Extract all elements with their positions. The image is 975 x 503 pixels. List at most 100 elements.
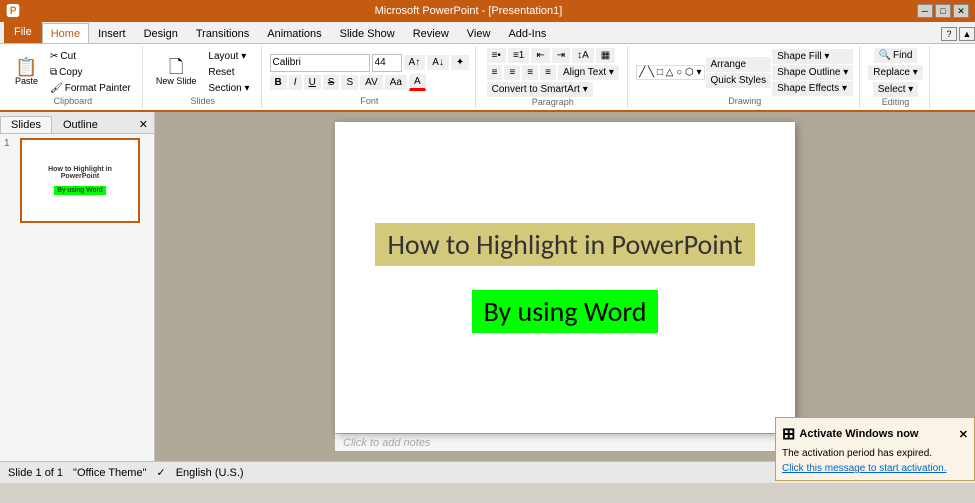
font-label: Font [360, 96, 378, 106]
align-text-button[interactable]: Align Text ▾ [558, 65, 619, 80]
tab-outline[interactable]: Outline [52, 116, 109, 133]
shadow-button[interactable]: S [341, 75, 358, 90]
layout-button[interactable]: Layout ▾ [203, 49, 254, 64]
font-size-input[interactable] [372, 54, 402, 72]
indent-less-button[interactable]: ⇤ [531, 48, 549, 63]
shape-outline-button[interactable]: Shape Outline ▾ [772, 65, 853, 80]
slide-preview-1[interactable]: How to Highlight in PowerPoint By using … [20, 138, 140, 223]
replace-button[interactable]: Replace ▾ [868, 65, 923, 80]
slides-secondary: Layout ▾ Reset Section ▾ [203, 49, 254, 96]
font-size-increase-button[interactable]: A↑ [404, 55, 426, 70]
underline-button[interactable]: U [304, 75, 321, 90]
tab-home[interactable]: Home [42, 23, 89, 43]
title-bar-controls: ─ □ ✕ [917, 4, 969, 18]
close-button[interactable]: ✕ [953, 4, 969, 18]
help-button[interactable]: ? [941, 27, 957, 41]
tab-animations[interactable]: Animations [258, 23, 330, 43]
text-direction-button[interactable]: ↕A [572, 48, 594, 63]
minimize-button[interactable]: ─ [917, 4, 933, 18]
paragraph-row-3: Convert to SmartArt ▾ [487, 82, 619, 97]
tab-file[interactable]: File [4, 21, 42, 43]
activation-header: ⊞ Activate Windows now ✕ [782, 424, 968, 444]
ribbon-minimize-button[interactable]: ▲ [959, 27, 975, 41]
shapes-gallery[interactable]: ╱ ╲ □ △ ○ ⬡ ▾ [636, 65, 704, 80]
tab-view[interactable]: View [458, 23, 500, 43]
slide-subtitle[interactable]: By using Word [472, 290, 659, 333]
title-bar-left: 🅿 [6, 1, 20, 21]
bullets-button[interactable]: ≡• [487, 48, 506, 63]
drawing-shapes-row: ╱ ╲ □ △ ○ ⬡ ▾ Arrange Quick Styles Shape… [636, 49, 853, 96]
change-case-button[interactable]: Aa [385, 75, 407, 90]
activation-popup: ⊞ Activate Windows now ✕ The activation … [775, 417, 975, 481]
font-size-decrease-button[interactable]: A↓ [427, 55, 449, 70]
paragraph-label: Paragraph [532, 97, 574, 107]
font-group: A↑ A↓ ✦ B I U S S AV Aa A Font [264, 46, 477, 108]
clipboard-content: 📋 Paste ✂ Cut ⧉ Copy 🖌 Format Painter [10, 48, 136, 96]
tab-review[interactable]: Review [404, 23, 458, 43]
select-button[interactable]: Select ▾ [873, 82, 919, 97]
paste-button[interactable]: 📋 Paste [10, 55, 43, 89]
bold-button[interactable]: B [270, 75, 287, 90]
numbering-button[interactable]: ≡1 [508, 48, 529, 63]
new-slide-icon: 🗋 [169, 58, 183, 76]
font-color-button[interactable]: A [409, 74, 426, 91]
slide-preview-title: How to Highlight in PowerPoint [28, 166, 132, 180]
editing-group: 🔍 Find Replace ▾ Select ▾ Editing [862, 46, 930, 108]
cut-button[interactable]: ✂ Cut [45, 49, 136, 64]
columns-button[interactable]: ▦ [596, 48, 615, 63]
slide-title[interactable]: How to Highlight in PowerPoint [375, 223, 754, 266]
tab-insert[interactable]: Insert [89, 23, 135, 43]
shape-fill-button[interactable]: Shape Fill ▾ [772, 49, 853, 64]
slide-canvas[interactable]: How to Highlight in PowerPoint By using … [335, 122, 795, 433]
activation-close-button[interactable]: ✕ [959, 428, 968, 441]
notes-placeholder[interactable]: Click to add notes [343, 437, 430, 449]
paragraph-group: ≡• ≡1 ⇤ ⇥ ↕A ▦ ≡ ≡ ≡ ≡ Align Text ▾ Conv… [478, 46, 628, 108]
tab-slideshow[interactable]: Slide Show [331, 23, 404, 43]
theme-name: "Office Theme" [73, 467, 146, 479]
arrange-button[interactable]: Arrange [706, 57, 772, 72]
editing-content: 🔍 Find Replace ▾ Select ▾ [868, 48, 923, 97]
center-button[interactable]: ≡ [504, 65, 520, 80]
reset-button[interactable]: Reset [203, 65, 254, 80]
clear-formatting-button[interactable]: ✦ [451, 55, 469, 70]
slides-list: 1 How to Highlight in PowerPoint By usin… [0, 134, 154, 461]
shape-effects-button[interactable]: Shape Effects ▾ [772, 81, 853, 96]
title-bar-title: Microsoft PowerPoint - [Presentation1] [20, 5, 917, 17]
cut-icon: ✂ [50, 51, 58, 62]
convert-smartart-button[interactable]: Convert to SmartArt ▾ [487, 82, 593, 97]
maximize-button[interactable]: □ [935, 4, 951, 18]
copy-button[interactable]: ⧉ Copy [45, 65, 136, 80]
paragraph-row-2: ≡ ≡ ≡ ≡ Align Text ▾ [487, 65, 619, 80]
font-name-input[interactable] [270, 54, 370, 72]
italic-button[interactable]: I [289, 75, 302, 90]
quick-styles-button[interactable]: Quick Styles [706, 73, 772, 88]
indent-more-button[interactable]: ⇥ [552, 48, 570, 63]
slide-number: 1 [4, 138, 16, 149]
slides-panel: Slides Outline ✕ 1 How to Highlight in P… [0, 112, 155, 461]
char-spacing-button[interactable]: AV [360, 75, 383, 90]
find-button[interactable]: 🔍 Find [874, 48, 918, 63]
align-right-button[interactable]: ≡ [522, 65, 538, 80]
tab-design[interactable]: Design [135, 23, 187, 43]
activation-title: Activate Windows now [799, 428, 918, 440]
activation-message: The activation period has expired. [782, 448, 968, 459]
main-area: How to Highlight in PowerPoint By using … [155, 112, 975, 461]
justify-button[interactable]: ≡ [540, 65, 556, 80]
tab-addins[interactable]: Add-Ins [499, 23, 555, 43]
app-icon: 🅿 [6, 1, 20, 21]
tab-slides[interactable]: Slides [0, 116, 52, 133]
paste-label: Paste [15, 76, 38, 86]
format-painter-button[interactable]: 🖌 Format Painter [45, 81, 136, 96]
tab-transitions[interactable]: Transitions [187, 23, 258, 43]
slide-info: Slide 1 of 1 [8, 467, 63, 479]
slides-panel-close[interactable]: ✕ [133, 116, 154, 133]
strikethrough-button[interactable]: S [323, 75, 340, 90]
clipboard-secondary: ✂ Cut ⧉ Copy 🖌 Format Painter [45, 49, 136, 96]
activation-link[interactable]: Click this message to start activation. [782, 463, 968, 474]
align-left-button[interactable]: ≡ [487, 65, 503, 80]
section-button[interactable]: Section ▾ [203, 81, 254, 96]
slides-content: 🗋 New Slide Layout ▾ Reset Section ▾ [151, 48, 255, 96]
paragraph-row-1: ≡• ≡1 ⇤ ⇥ ↕A ▦ [487, 48, 619, 63]
new-slide-button[interactable]: 🗋 New Slide [151, 55, 202, 89]
paste-icon: 📋 [15, 58, 37, 76]
